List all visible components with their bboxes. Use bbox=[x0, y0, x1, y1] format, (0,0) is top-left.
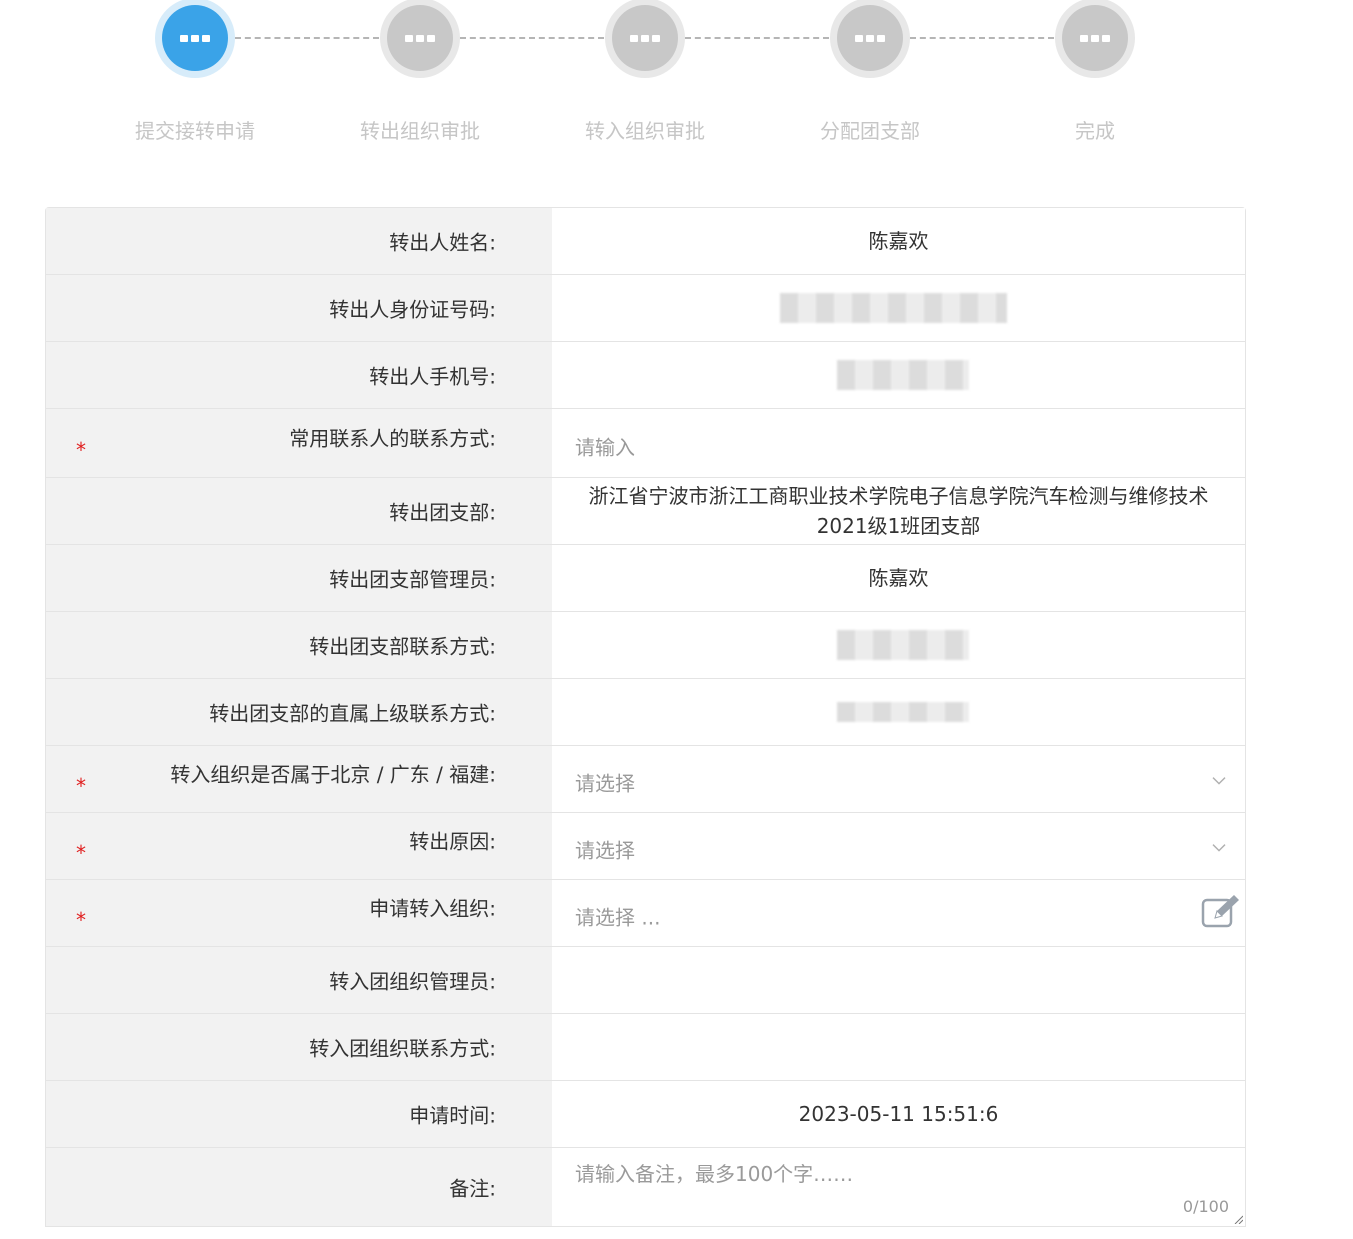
region-label: 转入组织是否属于北京 / 广东 / 福建: bbox=[170, 762, 496, 787]
row-remark: 备注: 请输入备注，最多100个字…… 0/100 bbox=[46, 1148, 1245, 1227]
step-3-label: 转入组织审批 bbox=[585, 119, 705, 143]
branch-contact-redacted bbox=[837, 630, 969, 660]
row-contact: * 常用联系人的联系方式: 请输入 bbox=[46, 409, 1245, 478]
remark-textarea[interactable]: 请输入备注，最多100个字…… 0/100 bbox=[552, 1148, 1245, 1226]
step-connector bbox=[235, 37, 379, 39]
progress-steps: 提交接转申请 转出组织审批 转入组织审批 分配团支部 完成 bbox=[0, 0, 1353, 170]
remark-label: 备注: bbox=[449, 1176, 496, 1201]
name-value: 陈嘉欢 bbox=[868, 229, 929, 253]
target-org-placeholder: 请选择 ... bbox=[575, 905, 661, 930]
remark-char-counter: 0/100 bbox=[1182, 1197, 1229, 1216]
superior-contact-label: 转出团支部的直属上级联系方式: bbox=[209, 701, 496, 726]
step-3-circle bbox=[605, 0, 685, 78]
step-connector bbox=[685, 37, 829, 39]
apply-time-label: 申请时间: bbox=[409, 1103, 496, 1128]
branch-admin-label: 转出团支部管理员: bbox=[329, 567, 496, 592]
row-branch-contact: 转出团支部联系方式: bbox=[46, 612, 1245, 679]
remark-placeholder: 请输入备注，最多100个字…… bbox=[575, 1162, 854, 1186]
reason-placeholder: 请选择 bbox=[575, 838, 635, 863]
step-connector bbox=[910, 37, 1054, 39]
required-mark: * bbox=[76, 841, 86, 866]
resize-handle-icon[interactable] bbox=[1233, 1214, 1243, 1224]
required-mark: * bbox=[76, 908, 86, 933]
row-branch: 转出团支部: 浙江省宁波市浙江工商职业技术学院电子信息学院汽车检测与维修技术 2… bbox=[46, 478, 1245, 545]
row-target-org: * 申请转入组织: 请选择 ... bbox=[46, 880, 1245, 947]
apply-time-value: 2023-05-11 15:51:6 bbox=[798, 1102, 999, 1126]
step-2-label: 转出组织审批 bbox=[360, 119, 480, 143]
step-2-circle bbox=[380, 0, 460, 78]
phone-redacted bbox=[837, 360, 969, 390]
target-contact-label: 转入团组织联系方式: bbox=[309, 1036, 496, 1061]
row-branch-admin: 转出团支部管理员: 陈嘉欢 bbox=[46, 545, 1245, 612]
row-target-contact: 转入团组织联系方式: bbox=[46, 1014, 1245, 1081]
row-region: * 转入组织是否属于北京 / 广东 / 福建: 请选择 bbox=[46, 746, 1245, 813]
required-mark: * bbox=[76, 774, 86, 799]
branch-contact-label: 转出团支部联系方式: bbox=[309, 634, 496, 659]
branch-admin-value: 陈嘉欢 bbox=[868, 566, 929, 590]
step-1-circle bbox=[155, 0, 235, 78]
target-admin-label: 转入团组织管理员: bbox=[329, 969, 496, 994]
region-placeholder: 请选择 bbox=[575, 771, 635, 796]
contact-input[interactable]: 请输入 bbox=[552, 409, 1245, 477]
step-4-circle bbox=[830, 0, 910, 78]
superior-contact-redacted bbox=[837, 702, 969, 722]
chevron-down-icon bbox=[1212, 844, 1226, 852]
contact-label: 常用联系人的联系方式: bbox=[289, 426, 496, 451]
row-apply-time: 申请时间: 2023-05-11 15:51:6 bbox=[46, 1081, 1245, 1148]
row-reason: * 转出原因: 请选择 bbox=[46, 813, 1245, 880]
id-number-label: 转出人身份证号码: bbox=[329, 297, 496, 322]
step-4-label: 分配团支部 bbox=[820, 119, 920, 143]
phone-label: 转出人手机号: bbox=[369, 364, 496, 389]
row-superior-contact: 转出团支部的直属上级联系方式: bbox=[46, 679, 1245, 746]
transfer-form: 转出人姓名: 陈嘉欢 转出人身份证号码: 转出人手机号: * 常用联系人的联系方… bbox=[45, 207, 1246, 1227]
step-connector bbox=[460, 37, 604, 39]
step-1-label: 提交接转申请 bbox=[135, 119, 255, 143]
row-id-number: 转出人身份证号码: bbox=[46, 275, 1245, 342]
name-label: 转出人姓名: bbox=[389, 230, 496, 255]
row-target-admin: 转入团组织管理员: bbox=[46, 947, 1245, 1014]
target-org-picker[interactable]: 请选择 ... bbox=[552, 880, 1245, 946]
required-mark: * bbox=[76, 438, 86, 463]
reason-label: 转出原因: bbox=[409, 829, 496, 854]
step-5-circle bbox=[1055, 0, 1135, 78]
chevron-down-icon bbox=[1212, 777, 1226, 785]
contact-placeholder: 请输入 bbox=[575, 435, 635, 460]
target-org-label: 申请转入组织: bbox=[369, 896, 496, 921]
edit-icon[interactable] bbox=[1199, 892, 1243, 932]
branch-label: 转出团支部: bbox=[389, 500, 496, 525]
region-select[interactable]: 请选择 bbox=[552, 746, 1245, 812]
id-number-redacted bbox=[780, 293, 1007, 323]
reason-select[interactable]: 请选择 bbox=[552, 813, 1245, 879]
step-5-label: 完成 bbox=[1075, 119, 1115, 143]
branch-value: 浙江省宁波市浙江工商职业技术学院电子信息学院汽车检测与维修技术 2021级1班团… bbox=[588, 484, 1209, 538]
row-name: 转出人姓名: 陈嘉欢 bbox=[46, 208, 1245, 275]
row-phone: 转出人手机号: bbox=[46, 342, 1245, 409]
